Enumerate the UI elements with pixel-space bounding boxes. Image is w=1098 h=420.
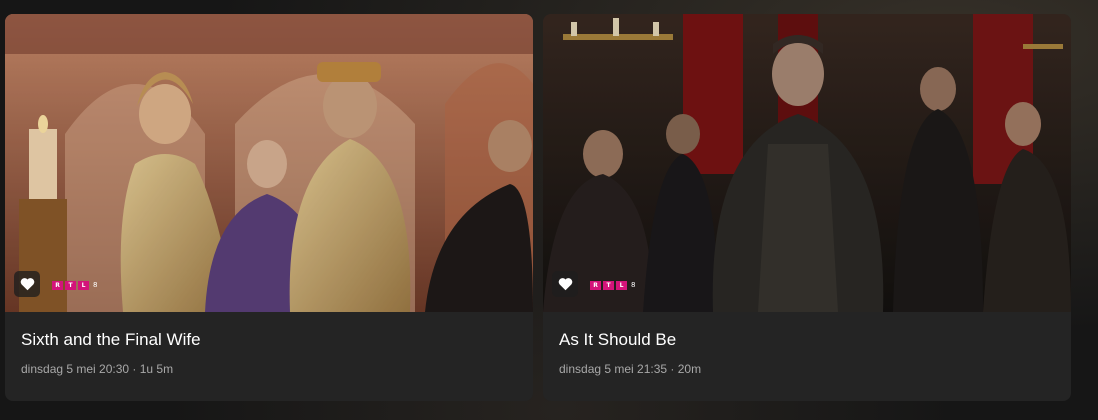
channel-logo-letter: L	[616, 280, 627, 290]
episode-thumbnail[interactable]: R T L 8	[543, 14, 1071, 312]
channel-logo: R T L 8	[52, 280, 97, 290]
favorite-button[interactable]	[552, 271, 578, 297]
channel-logo-letter: L	[78, 280, 89, 290]
episode-meta: dinsdag 5 mei 20:30 · 1u 5m	[21, 362, 174, 376]
episode-title[interactable]: As It Should Be	[559, 330, 676, 350]
channel-logo-letter: T	[603, 280, 614, 290]
episode-card[interactable]: R T L 8 As It Should Be dinsdag 5 mei 21…	[543, 14, 1071, 401]
channel-logo-letter: R	[590, 280, 601, 290]
heart-icon	[558, 278, 572, 291]
episode-thumbnail[interactable]: R T L 8	[5, 14, 533, 312]
episode-meta: dinsdag 5 mei 21:35 · 20m	[559, 362, 702, 376]
channel-logo-letter: R	[52, 280, 63, 290]
channel-logo: R T L 8	[590, 280, 635, 290]
channel-number: 8	[93, 281, 98, 289]
episode-title[interactable]: Sixth and the Final Wife	[21, 330, 201, 350]
heart-icon	[20, 278, 34, 291]
favorite-button[interactable]	[14, 271, 40, 297]
episode-card[interactable]: R T L 8 Sixth and the Final Wife dinsdag…	[5, 14, 533, 401]
channel-logo-letter: T	[65, 280, 76, 290]
channel-number: 8	[631, 281, 636, 289]
